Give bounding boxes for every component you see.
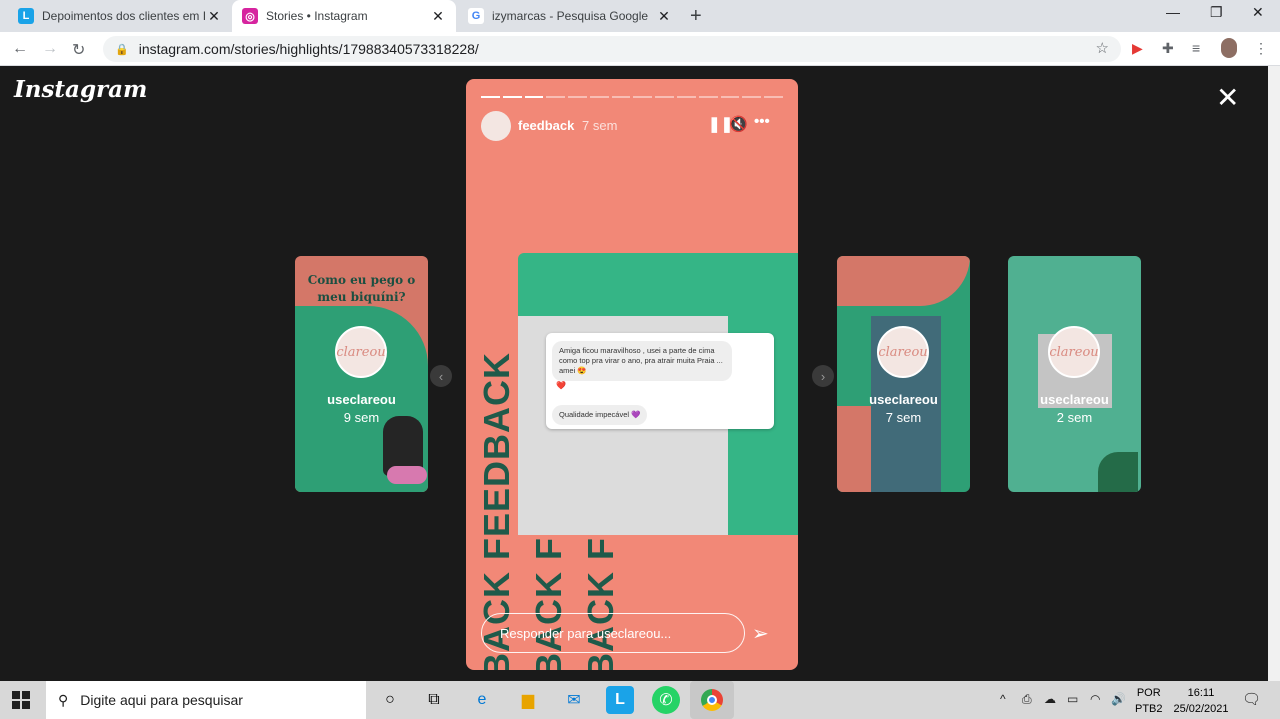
active-story[interactable]: BACK FEEDBACK BACK FEEDBACK BACK FEEDBAC… — [466, 79, 798, 670]
cortana-icon[interactable]: ○ — [376, 686, 404, 714]
new-tab-icon[interactable]: + — [690, 5, 702, 28]
progress-bars — [481, 96, 783, 98]
back-icon[interactable]: ← — [12, 40, 28, 58]
page-scrollbar[interactable] — [1268, 66, 1280, 681]
tab-google-search[interactable]: G izymarcas - Pesquisa Google ✕ — [458, 0, 682, 32]
previous-arrow-icon[interactable]: ‹ — [430, 365, 452, 387]
clock[interactable]: 16:11 25/02/2021 — [1170, 685, 1232, 717]
taskbar-search[interactable]: ⚲ Digite aqui para pesquisar — [46, 681, 366, 719]
story-username: useclareou — [327, 392, 396, 407]
wifi-icon[interactable]: ◠ — [1090, 692, 1100, 706]
next-story-preview[interactable]: clareou useclareou 7 sem — [837, 256, 970, 492]
show-hidden-icons-icon[interactable]: ^ — [1000, 692, 1006, 706]
bookmark-star-icon[interactable]: ☆ — [1096, 39, 1109, 57]
story-time: 9 sem — [343, 410, 380, 425]
instagram-logo[interactable]: Instagram — [14, 76, 147, 103]
mute-icon[interactable]: 🔇 — [729, 115, 748, 133]
maximize-icon[interactable]: ❐ — [1210, 4, 1223, 21]
clock-time: 16:11 — [1187, 687, 1215, 699]
instagram-favicon-icon: ◎ — [242, 8, 258, 24]
lock-icon: 🔒 — [115, 43, 129, 56]
more-options-icon[interactable]: ••• — [754, 113, 770, 130]
close-window-icon[interactable]: ✕ — [1252, 4, 1264, 21]
stories-viewer: Instagram ✕ Como eu pego o meu biquíni? … — [0, 66, 1268, 681]
file-explorer-icon[interactable]: ▆ — [514, 686, 542, 714]
windows-start-icon[interactable] — [12, 691, 30, 709]
story-time: 2 sem — [1056, 410, 1093, 425]
background-text: BACK FEEDBACK — [476, 352, 517, 670]
feedback-card: Amiga ficou maravilhoso , usei a parte d… — [546, 333, 774, 429]
volume-icon[interactable]: 🔊 — [1111, 692, 1126, 706]
taskbar: ⚲ Digite aqui para pesquisar ○ ⧉ e ▆ ✉ L… — [0, 681, 1280, 719]
search-icon: ⚲ — [58, 691, 69, 708]
forward-icon[interactable]: → — [42, 40, 58, 58]
message-bubble: Amiga ficou maravilhoso , usei a parte d… — [552, 341, 732, 381]
meet-now-icon[interactable]: ⎙ — [1022, 692, 1032, 707]
story-username: useclareou — [1040, 392, 1109, 407]
whatsapp-icon[interactable]: ✆ — [652, 686, 680, 714]
next-arrow-icon[interactable]: › — [812, 365, 834, 387]
reload-icon[interactable]: ↻ — [72, 40, 85, 60]
story-username: useclareou — [869, 392, 938, 407]
tab-title: Stories • Instagram — [266, 9, 368, 23]
extensions-puzzle-icon[interactable]: ✚ — [1162, 40, 1174, 57]
mail-icon[interactable]: ✉ — [560, 686, 588, 714]
site-favicon-icon: L — [18, 8, 34, 24]
avatar: clareou — [1048, 326, 1100, 378]
language-indicator[interactable]: POR PTB2 — [1135, 685, 1163, 717]
previous-story-preview[interactable]: Como eu pego o meu biquíni? clareou usec… — [295, 256, 428, 492]
clock-date: 25/02/2021 — [1173, 703, 1229, 715]
close-tab-icon[interactable]: ✕ — [656, 8, 672, 25]
search-placeholder: Digite aqui para pesquisar — [80, 692, 243, 708]
tab-depoimentos[interactable]: L Depoimentos dos clientes em Izy ✕ — [8, 0, 232, 32]
edge-icon[interactable]: e — [468, 686, 496, 714]
battery-icon[interactable]: ▭ — [1067, 692, 1078, 706]
close-tab-icon[interactable]: ✕ — [430, 8, 446, 25]
address-bar[interactable]: 🔒 instagram.com/stories/highlights/17988… — [103, 36, 1121, 62]
close-stories-icon[interactable]: ✕ — [1216, 84, 1239, 112]
tab-title: izymarcas - Pesquisa Google — [492, 9, 649, 23]
tab-title: Depoimentos dos clientes em Izy — [42, 9, 206, 23]
launcher-app-icon[interactable]: L — [606, 686, 634, 714]
url-text: instagram.com/stories/highlights/1798834… — [138, 41, 479, 57]
language-code: POR — [1136, 687, 1161, 699]
onedrive-icon[interactable]: ☁ — [1044, 692, 1056, 706]
tab-instagram-stories[interactable]: ◎ Stories • Instagram ✕ — [232, 0, 456, 32]
task-view-icon[interactable]: ⧉ — [420, 686, 448, 714]
minimize-icon[interactable]: — — [1166, 4, 1180, 20]
google-favicon-icon: G — [468, 8, 484, 24]
media-queue-icon[interactable]: ≡ — [1192, 40, 1200, 56]
tab-strip: L Depoimentos dos clientes em Izy ✕ ◎ St… — [0, 0, 1280, 32]
avatar[interactable] — [481, 111, 511, 141]
avatar: clareou — [335, 326, 387, 378]
heart-reaction-icon: ❤️ — [556, 381, 566, 390]
notifications-icon[interactable]: 🗨 — [1242, 690, 1261, 708]
story-username[interactable]: feedback — [518, 118, 574, 133]
browser-menu-icon[interactable]: ⋮ — [1254, 40, 1268, 57]
next-story-preview[interactable]: clareou useclareou 2 sem — [1008, 256, 1141, 492]
keyboard-layout: PTB2 — [1135, 703, 1163, 715]
chrome-taskbar-icon[interactable] — [690, 681, 734, 719]
close-tab-icon[interactable]: ✕ — [206, 8, 222, 25]
message-bubble: Qualidade impecável 💜 — [552, 405, 648, 425]
story-time: 7 sem — [885, 410, 922, 425]
story-time: 7 sem — [582, 118, 618, 133]
avatar: clareou — [877, 326, 929, 378]
reply-input[interactable]: Responder para useclareou... — [481, 613, 745, 653]
toolbar: ← → ↻ 🔒 instagram.com/stories/highlights… — [0, 32, 1280, 66]
send-icon[interactable]: ➢ — [752, 621, 769, 646]
profile-avatar[interactable] — [1221, 38, 1237, 58]
youtube-extension-icon[interactable]: ▶ — [1132, 40, 1143, 57]
